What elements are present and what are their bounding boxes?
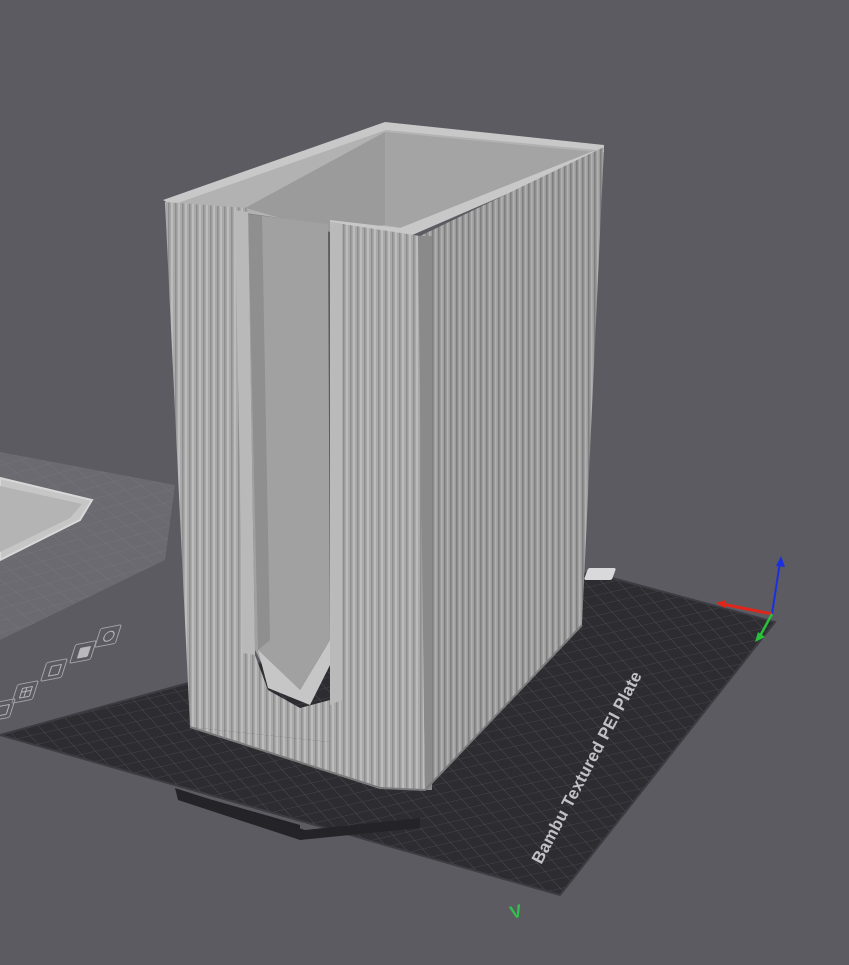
origin-marker: V (508, 901, 524, 923)
3d-viewport[interactable]: V Bambu Textured PEI Plate (0, 0, 849, 965)
z-axis (771, 561, 781, 615)
3d-scene[interactable]: V (0, 0, 849, 965)
secondary-build-plate[interactable] (0, 452, 175, 640)
bed-corner-chip (583, 568, 617, 580)
